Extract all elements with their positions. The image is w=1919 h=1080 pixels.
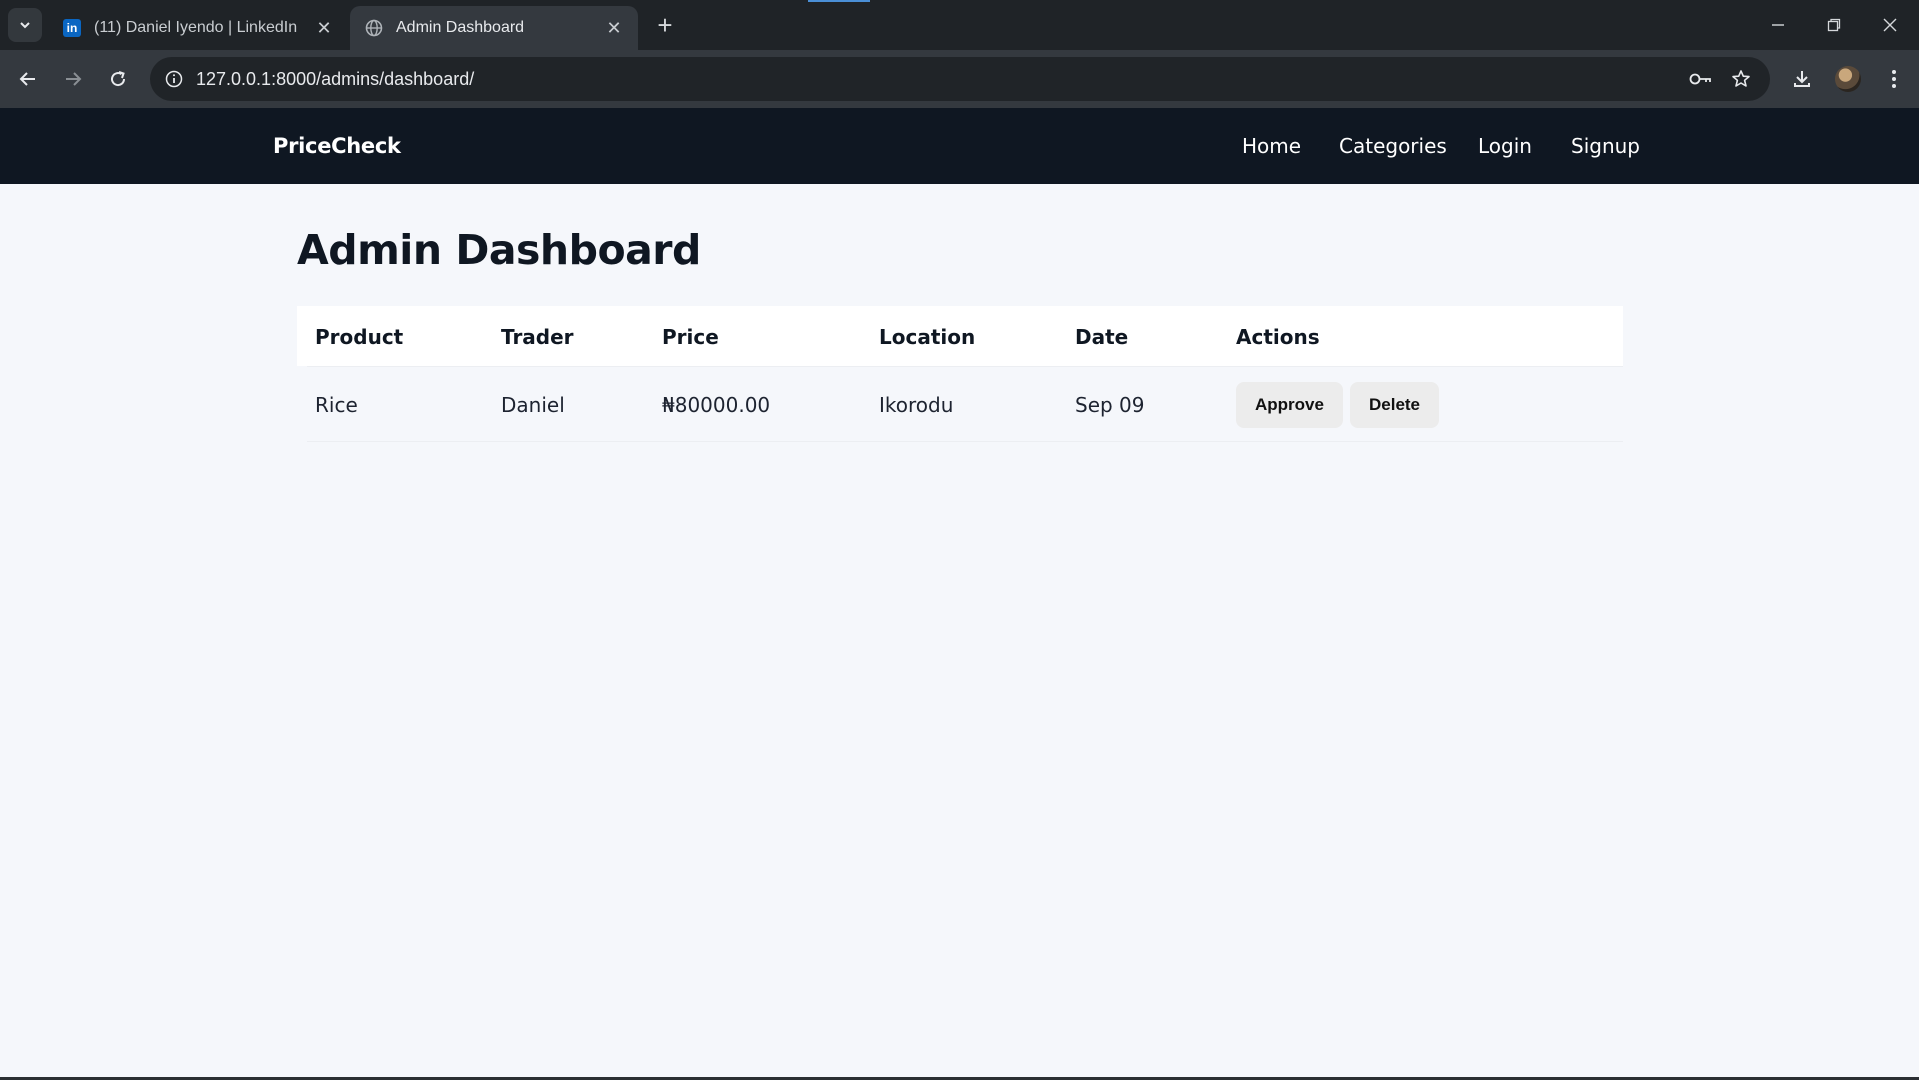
- nav-link-categories[interactable]: Categories: [1339, 134, 1447, 158]
- back-button[interactable]: [10, 61, 46, 97]
- column-header-product: Product: [315, 325, 404, 349]
- bookmark-star-icon[interactable]: [1728, 67, 1754, 91]
- table-row: Rice Daniel ₦80000.00 Ikorodu Sep 09 App…: [307, 366, 1623, 442]
- menu-button[interactable]: [1876, 61, 1912, 97]
- address-bar[interactable]: 127.0.0.1:8000/admins/dashboard/: [150, 57, 1770, 101]
- reload-icon: [111, 71, 126, 87]
- close-icon: [1883, 18, 1897, 32]
- profile-button[interactable]: [1830, 61, 1866, 97]
- downloads-button[interactable]: [1784, 61, 1820, 97]
- column-header-location: Location: [879, 325, 976, 349]
- minimize-button[interactable]: [1750, 0, 1806, 50]
- kebab-menu-icon: [1892, 70, 1896, 88]
- download-icon: [1794, 71, 1810, 87]
- linkedin-icon: in: [62, 18, 82, 38]
- cell-location: Ikorodu: [879, 393, 954, 417]
- reload-button[interactable]: [100, 61, 136, 97]
- chevron-down-icon: [20, 22, 30, 29]
- submissions-table: Product Trader Price Location Date Actio…: [297, 306, 1623, 442]
- tab-drag-indicator: [808, 0, 870, 2]
- delete-button[interactable]: Delete: [1350, 382, 1439, 428]
- site-navbar: PriceCheck Home Categories Login Signup: [0, 108, 1919, 184]
- arrow-right-icon: [66, 72, 82, 86]
- restore-icon: [1827, 18, 1841, 32]
- cell-date: Sep 09: [1075, 393, 1145, 417]
- url-text: 127.0.0.1:8000/admins/dashboard/: [196, 69, 475, 89]
- page-title: Admin Dashboard: [297, 226, 701, 274]
- close-window-button[interactable]: [1862, 0, 1918, 50]
- globe-icon: [364, 18, 384, 38]
- close-icon[interactable]: ✕: [604, 18, 624, 38]
- nav-link-home[interactable]: Home: [1242, 134, 1301, 158]
- brand-logo[interactable]: PriceCheck: [273, 134, 401, 158]
- minimize-icon: [1772, 24, 1784, 26]
- new-tab-button[interactable]: +: [650, 10, 680, 40]
- cell-product: Rice: [315, 393, 358, 417]
- avatar: [1835, 66, 1861, 92]
- table-header: Product Trader Price Location Date Actio…: [297, 306, 1623, 366]
- approve-button[interactable]: Approve: [1236, 382, 1343, 428]
- tab-title: (11) Daniel Iyendo | LinkedIn: [94, 19, 298, 36]
- cell-trader: Daniel: [501, 393, 565, 417]
- cell-price: ₦80000.00: [662, 393, 771, 417]
- nav-link-login[interactable]: Login: [1478, 134, 1532, 158]
- tab-search-button[interactable]: [8, 8, 42, 42]
- browser-tab-strip: in (11) Daniel Iyendo | LinkedIn ✕ Admin…: [0, 0, 1919, 50]
- tab-title: Admin Dashboard: [396, 19, 525, 36]
- site-info-icon[interactable]: [162, 67, 186, 91]
- key-icon[interactable]: [1688, 67, 1714, 91]
- close-icon[interactable]: ✕: [314, 18, 334, 38]
- column-header-trader: Trader: [501, 325, 574, 349]
- nav-link-signup[interactable]: Signup: [1571, 134, 1640, 158]
- forward-button[interactable]: [55, 61, 91, 97]
- column-header-date: Date: [1075, 325, 1129, 349]
- restore-button[interactable]: [1806, 0, 1862, 50]
- column-header-price: Price: [662, 325, 719, 349]
- column-header-actions: Actions: [1236, 325, 1320, 349]
- arrow-left-icon: [19, 72, 35, 86]
- tab-linkedin[interactable]: in (11) Daniel Iyendo | LinkedIn ✕: [48, 6, 348, 50]
- tab-admin-dashboard[interactable]: Admin Dashboard ✕: [350, 6, 638, 50]
- browser-toolbar: 127.0.0.1:8000/admins/dashboard/: [0, 50, 1919, 108]
